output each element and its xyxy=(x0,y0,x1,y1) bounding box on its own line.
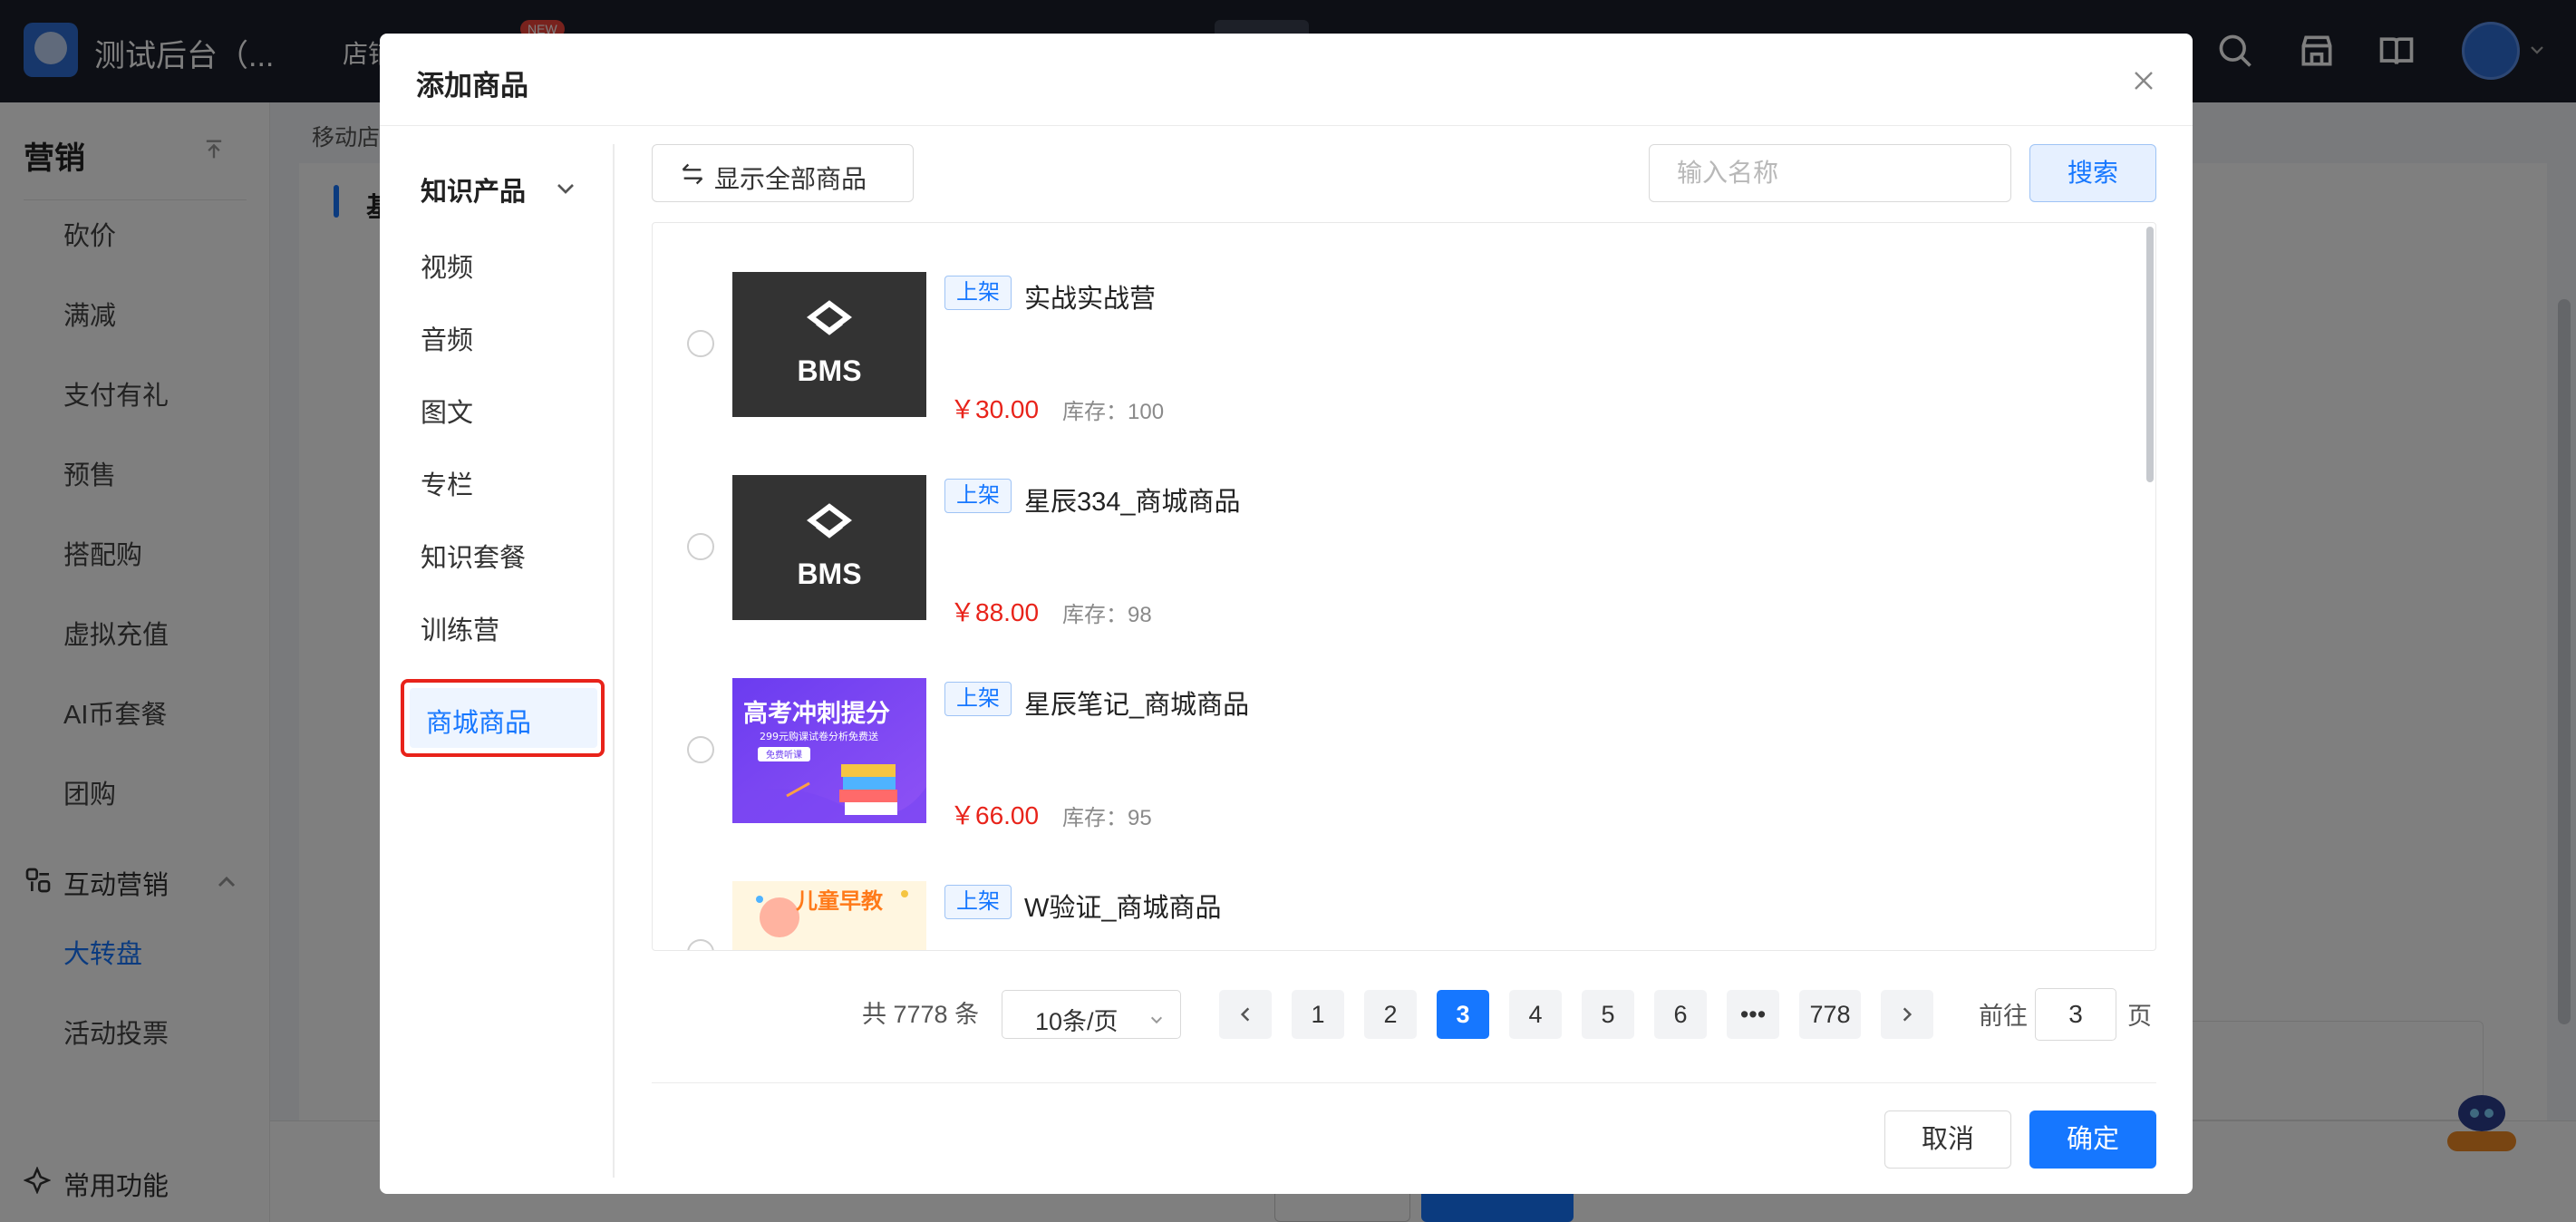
search-button[interactable]: 搜索 xyxy=(2029,144,2156,202)
status-tag: 上架 xyxy=(944,479,1012,513)
product-price: ￥30.00 xyxy=(950,395,1040,423)
product-row[interactable]: BMS 上架 星辰334_商城商品 ￥88.00 库存：98 xyxy=(653,426,2139,629)
product-radio[interactable] xyxy=(687,939,714,950)
product-price: ￥88.00 xyxy=(950,598,1040,626)
product-row[interactable]: BMS 上架 实战实战营 ￥30.00 库存：100 xyxy=(653,223,2139,426)
pagination-page-1[interactable]: 1 xyxy=(1292,990,1344,1039)
product-list[interactable]: BMS 上架 实战实战营 ￥30.00 库存：100 BMS 上架 星辰334_… xyxy=(652,222,2156,951)
chevron-right-icon xyxy=(1903,1007,1913,1022)
pagination-goto-label: 前往 xyxy=(1979,1003,2028,1030)
category-audio[interactable]: 音频 xyxy=(421,319,473,357)
product-stock: 库存：95 xyxy=(1062,806,1152,830)
status-tag: 上架 xyxy=(944,682,1012,716)
list-scrollbar-thumb[interactable] xyxy=(2146,227,2154,482)
page-size-label: 10条/页 xyxy=(1035,1008,1119,1035)
cancel-button[interactable]: 取消 xyxy=(1884,1110,2011,1169)
show-all-label: 显示全部商品 xyxy=(714,165,867,193)
category-training-camp[interactable]: 训练营 xyxy=(421,609,499,647)
product-radio[interactable] xyxy=(687,736,714,763)
swap-icon xyxy=(682,163,703,185)
product-image-bms: BMS xyxy=(732,475,926,620)
product-image-kids-banner: 儿童早教 xyxy=(732,881,926,950)
pagination-goto-input[interactable] xyxy=(2035,988,2116,1041)
exam-banner-subtitle: 299元购课试卷分析免费送 xyxy=(760,730,878,742)
product-image-bms: BMS xyxy=(732,272,926,417)
category-mall-products-label: 商城商品 xyxy=(426,709,532,738)
category-header-label: 知识产品 xyxy=(421,178,527,207)
show-all-products-button[interactable]: 显示全部商品 xyxy=(652,144,914,202)
exam-banner-title: 高考冲刺提分 xyxy=(743,699,890,728)
modal-footer-divider xyxy=(652,1082,2156,1083)
pagination-page-2[interactable]: 2 xyxy=(1364,990,1417,1039)
product-radio[interactable] xyxy=(687,533,714,560)
product-name: 实战实战营 xyxy=(1024,285,1157,314)
svg-text:BMS: BMS xyxy=(797,354,861,387)
product-row[interactable]: 儿童早教 上架 W验证_商城商品 xyxy=(653,832,2139,950)
product-price: ￥66.00 xyxy=(950,801,1040,829)
product-radio[interactable] xyxy=(687,330,714,357)
confirm-button[interactable]: 确定 xyxy=(2029,1110,2156,1169)
pagination-page-suffix: 页 xyxy=(2127,1003,2152,1030)
category-divider xyxy=(613,144,615,1178)
product-name: W验证_商城商品 xyxy=(1024,894,1222,923)
product-stock: 库存：100 xyxy=(1062,400,1165,424)
modal-title: 添加商品 xyxy=(416,70,528,102)
product-name: 星辰笔记_商城商品 xyxy=(1024,691,1250,720)
category-active-highlight: 商城商品 xyxy=(410,688,597,748)
status-tag: 上架 xyxy=(944,276,1012,310)
category-mall-products[interactable]: 商城商品 xyxy=(401,679,605,757)
pagination-page-4[interactable]: 4 xyxy=(1509,990,1562,1039)
pagination-next[interactable] xyxy=(1881,990,1933,1039)
pagination-page-3[interactable]: 3 xyxy=(1437,990,1489,1039)
close-icon[interactable] xyxy=(2127,64,2160,97)
product-image-exam-banner: 高考冲刺提分 299元购课试卷分析免费送 免费听课 xyxy=(732,678,926,823)
pagination-ellipsis[interactable]: ••• xyxy=(1727,990,1779,1039)
status-tag: 上架 xyxy=(944,885,1012,919)
pagination-page-6[interactable]: 6 xyxy=(1654,990,1707,1039)
kids-banner-title: 儿童早教 xyxy=(796,888,884,914)
add-product-modal: 添加商品 知识产品 视频 音频 图文 专栏 知识套餐 训练营 商城商品 显示全部… xyxy=(380,34,2193,1194)
category-column[interactable]: 专栏 xyxy=(421,464,473,502)
pagination-total: 共 7778 条 xyxy=(862,1001,980,1028)
pagination-prev[interactable] xyxy=(1219,990,1272,1039)
search-input[interactable] xyxy=(1649,144,2011,202)
modal-header-divider xyxy=(380,125,2193,126)
category-article[interactable]: 图文 xyxy=(421,392,473,430)
exam-banner-tag: 免费听课 xyxy=(766,749,802,761)
product-row[interactable]: 高考冲刺提分 299元购课试卷分析免费送 免费听课 上架 星辰笔记_商城商品 ￥… xyxy=(653,629,2139,832)
pagination-page-5[interactable]: 5 xyxy=(1582,990,1634,1039)
svg-text:BMS: BMS xyxy=(797,558,861,590)
category-bundle[interactable]: 知识套餐 xyxy=(421,537,526,575)
product-stock: 库存：98 xyxy=(1062,603,1152,627)
category-video[interactable]: 视频 xyxy=(421,247,473,285)
chevron-down-icon xyxy=(1150,1016,1163,1024)
chevron-down-icon xyxy=(557,184,574,194)
pagination-page-last[interactable]: 778 xyxy=(1799,990,1861,1039)
chevron-left-icon xyxy=(1240,1007,1250,1022)
category-knowledge-products[interactable]: 知识产品 xyxy=(421,170,593,207)
product-name: 星辰334_商城商品 xyxy=(1024,488,1241,517)
page-size-select[interactable]: 10条/页 xyxy=(1002,990,1181,1039)
